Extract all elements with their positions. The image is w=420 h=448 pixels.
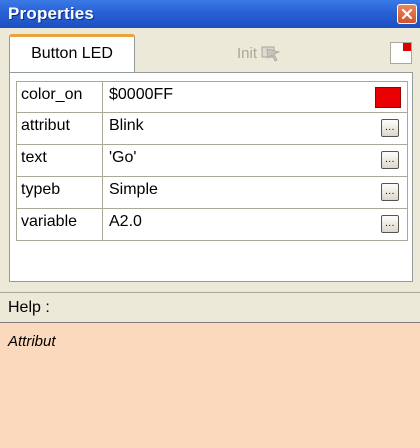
properties-window: Properties Button LED Init color_on $000…	[0, 0, 420, 448]
ellipsis-label: ...	[385, 122, 395, 133]
title-bar[interactable]: Properties	[0, 0, 420, 28]
help-box: Attribut	[0, 322, 420, 448]
window-title: Properties	[8, 4, 95, 23]
init-label: Init	[237, 44, 258, 62]
close-icon	[401, 8, 413, 20]
ellipsis-button[interactable]: ...	[381, 119, 399, 137]
tab-button-led[interactable]: Button LED	[9, 34, 135, 74]
property-name: typeb	[16, 177, 102, 209]
red-corner-marker	[403, 43, 411, 51]
help-label: Help :	[8, 299, 50, 316]
property-value-text: Simple	[109, 181, 158, 198]
init-icon	[261, 46, 281, 62]
close-button[interactable]	[397, 4, 417, 24]
help-text: Attribut	[8, 333, 56, 350]
property-value[interactable]: A2.0 ...	[102, 209, 408, 241]
ellipsis-label: ...	[385, 154, 395, 165]
property-row-attribut[interactable]: attribut Blink ...	[16, 113, 408, 145]
property-name: color_on	[16, 81, 102, 113]
ellipsis-label: ...	[385, 186, 395, 197]
property-value-text: $0000FF	[109, 86, 174, 103]
property-value[interactable]: $0000FF	[102, 81, 408, 113]
init-button[interactable]: Init	[237, 42, 283, 64]
property-value-text: A2.0	[109, 213, 142, 230]
property-row-color-on[interactable]: color_on $0000FF	[16, 81, 408, 113]
property-row-typeb[interactable]: typeb Simple ...	[16, 177, 408, 209]
ellipsis-label: ...	[385, 218, 395, 229]
ellipsis-button[interactable]: ...	[381, 215, 399, 233]
properties-panel: color_on $0000FF attribut Blink ... text…	[9, 72, 413, 282]
property-row-variable[interactable]: variable A2.0 ...	[16, 209, 408, 241]
property-name: text	[16, 145, 102, 177]
property-value-text: 'Go'	[109, 149, 137, 166]
property-name: attribut	[16, 113, 102, 145]
ellipsis-button[interactable]: ...	[381, 183, 399, 201]
property-value[interactable]: Simple ...	[102, 177, 408, 209]
ellipsis-button[interactable]: ...	[381, 151, 399, 169]
property-value[interactable]: 'Go' ...	[102, 145, 408, 177]
property-row-text[interactable]: text 'Go' ...	[16, 145, 408, 177]
property-value[interactable]: Blink ...	[102, 113, 408, 145]
tab-label: Button LED	[31, 45, 113, 62]
help-header: Help :	[0, 292, 420, 323]
color-swatch[interactable]	[375, 87, 401, 108]
component-color-icon[interactable]	[390, 42, 412, 64]
tab-strip: Button LED Init	[0, 28, 420, 74]
property-value-text: Blink	[109, 117, 144, 134]
property-name: variable	[16, 209, 102, 241]
property-grid: color_on $0000FF attribut Blink ... text…	[16, 81, 408, 241]
